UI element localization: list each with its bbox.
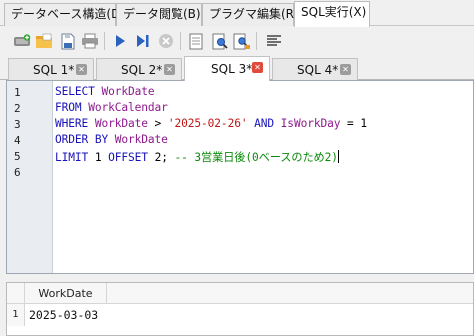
close-icon[interactable]: ✕ — [340, 64, 351, 75]
sql-tab-2[interactable]: SQL 2* ✕ — [96, 58, 182, 80]
close-icon[interactable]: ✕ — [252, 62, 263, 73]
sql-keyword: ORDER BY — [55, 133, 115, 146]
sql-identifier: IsWorkDay — [280, 117, 341, 130]
results-corner-cell[interactable] — [7, 283, 25, 304]
sql-tab-bar: SQL 1* ✕ SQL 2* ✕ SQL 3* ✕ SQL 4* ✕ — [0, 56, 474, 81]
column-header-workdate[interactable]: WorkDate — [25, 283, 107, 304]
toolbar-separator — [256, 32, 257, 50]
results-header-row: WorkDate — [7, 283, 473, 304]
tab-label: データベース構造(D) — [11, 7, 126, 21]
sql-tab-4[interactable]: SQL 4* ✕ — [272, 58, 358, 80]
tab-edit-pragmas[interactable]: プラグマ編集(R) — [202, 3, 299, 26]
sql-keyword: OFFSET — [101, 151, 155, 164]
sql-tab-3[interactable]: SQL 3* ✕ — [184, 56, 270, 81]
tab-execute-sql[interactable]: SQL実行(X) — [294, 1, 370, 27]
code-line[interactable]: FROM WorkCalendar — [55, 101, 168, 114]
tab-label: SQL実行(X) — [301, 5, 367, 19]
text-caret — [337, 150, 339, 163]
execute-all-icon[interactable] — [110, 31, 130, 51]
close-icon[interactable]: ✕ — [76, 64, 87, 75]
tab-database-structure[interactable]: データベース構造(D) — [4, 3, 125, 26]
line-number: 1 — [14, 86, 21, 99]
execute-line-icon[interactable] — [133, 31, 153, 51]
sql-tab-label: SQL 3* — [211, 62, 253, 76]
stop-execution-icon[interactable] — [156, 31, 176, 51]
tab-label: プラグマ編集(R) — [209, 7, 299, 21]
sql-keyword: LIMIT — [55, 151, 95, 164]
sql-tab-label: SQL 1* — [33, 62, 75, 77]
line-number: 4 — [14, 134, 21, 147]
open-tab-icon[interactable] — [12, 31, 32, 51]
comment-block-icon[interactable] — [264, 31, 284, 51]
save-results-icon[interactable] — [186, 31, 206, 51]
find-replace-icon[interactable] — [232, 31, 252, 51]
sql-toolbar — [0, 26, 474, 56]
line-number: 2 — [14, 102, 21, 115]
toolbar-separator — [104, 32, 105, 50]
results-grid: WorkDate 1 2025-03-03 — [6, 282, 474, 336]
find-icon[interactable] — [210, 31, 230, 51]
editor-results-splitter[interactable] — [0, 274, 474, 282]
sql-keyword: SELECT — [55, 85, 102, 98]
toolbar-separator — [180, 32, 181, 50]
save-sql-file-icon[interactable] — [58, 31, 78, 51]
print-icon[interactable] — [80, 31, 100, 51]
main-tab-bar: データベース構造(D) データ閲覧(B) プラグマ編集(R) SQL実行(X) — [0, 0, 474, 27]
tab-browse-data[interactable]: データ閲覧(B) — [116, 3, 202, 26]
result-cell[interactable]: 2025-03-03 — [29, 304, 98, 326]
sql-tab-label: SQL 2* — [121, 62, 163, 77]
sql-tab-1[interactable]: SQL 1* ✕ — [8, 58, 94, 80]
code-line[interactable]: SELECT WorkDate — [55, 85, 155, 98]
sql-comment: -- 3営業日後(0ベースのため2) — [174, 151, 338, 164]
sql-tab-label: SQL 4* — [297, 62, 339, 77]
sql-identifier: WorkCalendar — [88, 101, 168, 114]
open-sql-file-icon[interactable] — [34, 31, 54, 51]
code-line[interactable]: LIMIT 1 OFFSET 2; -- 3営業日後(0ベースのため2) — [55, 149, 339, 165]
sql-identifier: WorkDate — [94, 117, 148, 130]
sql-operator: = 1 — [340, 117, 367, 130]
sql-identifier: WorkDate — [101, 85, 155, 98]
line-number: 6 — [14, 166, 21, 179]
line-number-gutter: 1 2 3 4 5 6 — [7, 81, 53, 273]
close-icon[interactable]: ✕ — [164, 64, 175, 75]
line-number: 3 — [14, 118, 21, 131]
sql-keyword: WHERE — [55, 117, 95, 130]
line-number: 5 — [14, 150, 21, 163]
sql-keyword: AND — [247, 117, 281, 130]
row-number[interactable]: 1 — [7, 304, 25, 326]
sql-identifier: WorkDate — [114, 133, 168, 146]
tab-label: データ閲覧(B) — [123, 7, 201, 21]
code-line[interactable]: WHERE WorkDate > '2025-02-26' AND IsWork… — [55, 117, 367, 130]
sql-operator: > — [147, 117, 168, 130]
sql-keyword: FROM — [55, 101, 89, 114]
sql-operator: ; — [161, 151, 175, 164]
sql-string: '2025-02-26' — [167, 117, 248, 130]
sql-editor[interactable]: 1 2 3 4 5 6 SELECT WorkDate FROM WorkCal… — [6, 80, 474, 274]
code-line[interactable]: ORDER BY WorkDate — [55, 133, 168, 146]
